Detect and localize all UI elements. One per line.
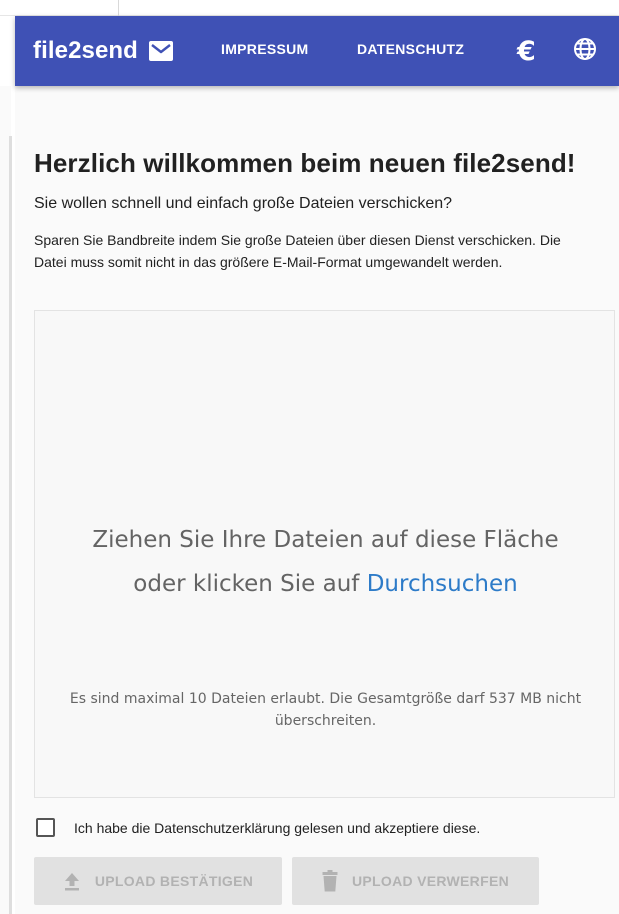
page-description: Sparen Sie Bandbreite indem Sie große Da…	[34, 232, 561, 270]
confirm-upload-button[interactable]: UPLOAD BESTÄTIGEN	[34, 857, 282, 905]
privacy-consent-label[interactable]: Ich habe die Datenschutzerklärung gelese…	[74, 820, 480, 836]
browser-top-strip	[0, 0, 619, 16]
discard-upload-button[interactable]: UPLOAD VERWERFEN	[292, 857, 539, 905]
file-drop-zone[interactable]: Ziehen Sie Ihre Dateien auf diese Fläche…	[34, 310, 615, 798]
nav-impressum-link[interactable]: IMPRESSUM	[221, 41, 309, 57]
nav-datenschutz-link[interactable]: DATENSCHUTZ	[357, 41, 464, 57]
left-edge-divider	[0, 86, 12, 914]
drop-zone-prompt-line2: oder klicken Sie auf Durchsuchen	[35, 562, 616, 606]
globe-icon[interactable]	[572, 36, 598, 62]
drop-zone-prompt-line1: Ziehen Sie Ihre Dateien auf diese Fläche	[92, 527, 559, 553]
upload-icon	[63, 871, 81, 891]
euro-icon[interactable]: €	[515, 33, 541, 67]
brand-logo[interactable]: file2send	[33, 37, 174, 65]
trash-icon	[322, 870, 338, 892]
upload-limits-hint: Es sind maximal 10 Dateien erlaubt. Die …	[69, 691, 582, 729]
strip-divider	[118, 0, 119, 16]
confirm-upload-label: UPLOAD BESTÄTIGEN	[94, 873, 254, 889]
drop-zone-prompt-prefix: oder klicken Sie auf	[133, 571, 360, 597]
brand-name: file2send	[33, 37, 138, 64]
privacy-consent-checkbox[interactable]	[36, 818, 55, 837]
mail-icon	[148, 40, 174, 62]
app-bar: file2send IMPRESSUM DATENSCHUTZ €	[15, 16, 619, 86]
svg-text:€: €	[516, 36, 536, 67]
drop-zone-prompt: Ziehen Sie Ihre Dateien auf diese Fläche…	[35, 518, 616, 606]
page-title: Herzlich willkommen beim neuen file2send…	[34, 148, 576, 178]
page-subtitle: Sie wollen schnell und einfach große Dat…	[34, 195, 453, 212]
browse-link[interactable]: Durchsuchen	[367, 571, 518, 597]
main-content: Herzlich willkommen beim neuen file2send…	[15, 86, 619, 914]
discard-upload-label: UPLOAD VERWERFEN	[352, 873, 509, 889]
privacy-consent: Ich habe die Datenschutzerklärung gelese…	[36, 818, 480, 837]
